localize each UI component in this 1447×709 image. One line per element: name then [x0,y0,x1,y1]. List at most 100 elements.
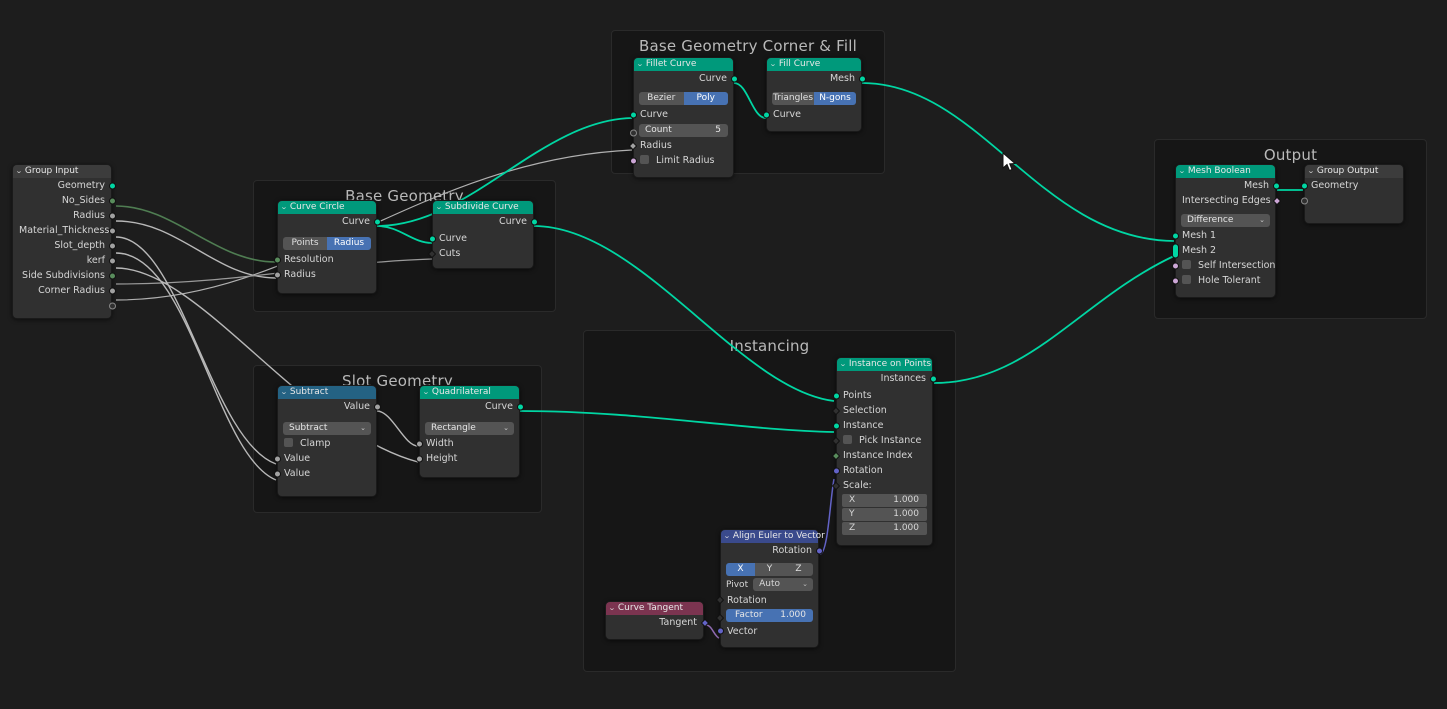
socket-row-quad-height[interactable]: Height [415,451,519,466]
socket-quad-curve-out[interactable] [516,403,524,410]
node-subtract[interactable]: ⌄ Subtract Value Subtract ⌄ Clamp Value [273,385,381,497]
socket-align-vector-in[interactable] [716,627,724,635]
socket-row-boolean-mesh-out[interactable]: Mesh [1176,178,1280,193]
toggle-ngons[interactable]: N-gons [814,92,856,105]
node-header-instance-on-points[interactable]: ⌄ Instance on Points [837,358,932,371]
toggle-axis-y[interactable]: Y [755,563,784,576]
socket-row-fillet-radius[interactable]: Radius [628,138,733,153]
socket-align-rotation-out[interactable] [815,547,823,554]
socket-row-instance[interactable]: Instance [832,418,932,433]
socket-boolean-mesh-out[interactable] [1272,182,1280,189]
chevron-down-icon[interactable]: ⌄ [839,358,847,371]
self-intersection-checkbox[interactable] [1182,260,1191,269]
socket-row-subtract-value-1[interactable]: Value [273,451,376,466]
socket-row-virtual[interactable] [13,298,116,313]
node-curve-tangent[interactable]: ⌄ Curve Tangent Tangent [605,601,709,640]
socket-row-fill-mesh-out[interactable]: Mesh [767,71,866,86]
scale-z-field[interactable]: Z 1.000 [842,522,927,535]
socket-virtual-out[interactable] [108,302,116,309]
node-header-subtract[interactable]: ⌄ Subtract [278,386,376,399]
socket-row-pick-instance[interactable]: Pick Instance [831,433,932,448]
socket-fill-curve-in[interactable] [762,111,770,118]
chevron-down-icon[interactable]: ⌄ [280,386,288,399]
socket-row-align-rotation-in[interactable]: Rotation [715,593,818,608]
socket-slot-depth-out[interactable] [108,242,116,249]
toggle-axis-z[interactable]: Z [784,563,813,576]
socket-row-radius[interactable]: Radius [13,208,116,223]
socket-subdivide-curve-in[interactable] [428,235,436,242]
mode-toggle-fillet-curve[interactable]: Bezier Poly [639,92,728,105]
socket-no-sides-out[interactable] [108,197,116,204]
toggle-points[interactable]: Points [283,237,327,250]
socket-instance-in[interactable] [832,422,840,429]
socket-row-resolution[interactable]: Resolution [273,252,376,267]
socket-fill-mesh-out[interactable] [858,75,866,82]
node-header-curve-tangent[interactable]: ⌄ Curve Tangent [606,602,703,615]
node-header-subdivide-curve[interactable]: ⌄ Subdivide Curve [433,201,533,214]
socket-corner-radius-out[interactable] [108,287,116,294]
chevron-down-icon[interactable]: ⌄ [1307,165,1315,178]
socket-row-iop-rotation[interactable]: Rotation [832,463,932,478]
socket-self-intersection-in[interactable] [1171,262,1179,269]
socket-output-virtual-in[interactable] [1300,197,1308,204]
socket-row-self-intersection[interactable]: Self Intersection [1171,258,1275,273]
node-header-fillet-curve[interactable]: ⌄ Fillet Curve [634,58,733,71]
socket-output-geometry-in[interactable] [1300,182,1308,189]
toggle-poly[interactable]: Poly [683,92,728,105]
socket-row-instances-out[interactable]: Instances [837,371,937,386]
node-header-quadrilateral[interactable]: ⌄ Quadrilateral [420,386,519,399]
chevron-down-icon[interactable]: ⌄ [608,602,616,615]
chevron-down-icon[interactable]: ⌄ [280,201,288,214]
scale-y-field[interactable]: Y 1.000 [842,508,927,521]
socket-row-tangent-out[interactable]: Tangent [606,615,709,630]
socket-instances-out[interactable] [929,375,937,382]
scale-x-field[interactable]: X 1.000 [842,494,927,507]
node-header-fill-curve[interactable]: ⌄ Fill Curve [767,58,861,71]
socket-row-hole-tolerant[interactable]: Hole Tolerant [1171,273,1275,288]
chevron-down-icon[interactable]: ⌄ [15,165,23,178]
node-quadrilateral[interactable]: ⌄ Quadrilateral Curve Rectangle ⌄ Width … [415,385,524,478]
chevron-down-icon[interactable]: ⌄ [769,58,777,71]
limit-radius-checkbox[interactable] [640,155,649,164]
node-header-group-input[interactable]: ⌄ Group Input [13,165,111,178]
chevron-down-icon[interactable]: ⌄ [636,58,644,71]
node-header-mesh-boolean[interactable]: ⌄ Mesh Boolean [1176,165,1275,178]
node-editor-canvas[interactable]: Base Geometry Base Geometry Corner & Fil… [0,0,1447,709]
socket-row-subdivide-curve-out[interactable]: Curve [433,214,538,229]
socket-mesh-2-in[interactable] [1171,243,1179,258]
socket-row-material-thickness[interactable]: Material_Thickness [13,223,116,238]
socket-row-quad-curve-out[interactable]: Curve [420,399,524,414]
socket-row-intersecting-edges[interactable]: Intersecting Edges [1176,193,1281,208]
socket-row-mesh-1[interactable]: Mesh 1 [1171,228,1275,243]
socket-row-subdivide-curve-in[interactable]: Curve [428,231,533,246]
socket-row-corner-radius[interactable]: Corner Radius [13,283,116,298]
socket-row-fill-curve-in[interactable]: Curve [762,107,861,122]
socket-fillet-curve-in[interactable] [629,111,637,118]
socket-row-curve-out[interactable]: Curve [278,214,381,229]
socket-row-no-sides[interactable]: No_Sides [13,193,116,208]
toggle-radius[interactable]: Radius [327,237,371,250]
socket-row-limit-radius[interactable]: Limit Radius [629,153,733,168]
socket-radius-in[interactable] [273,271,281,278]
hole-tolerant-checkbox[interactable] [1182,275,1191,284]
socket-resolution-in[interactable] [273,256,281,263]
chevron-down-icon[interactable]: ⌄ [435,201,443,214]
node-fillet-curve[interactable]: ⌄ Fillet Curve Curve Bezier Poly Curve C… [628,57,738,178]
node-header-align-euler[interactable]: ⌄ Align Euler to Vector [721,530,825,543]
axis-toggle-align-euler[interactable]: X Y Z [726,563,813,576]
socket-row-quad-width[interactable]: Width [415,436,519,451]
socket-row-align-vector-in[interactable]: Vector [716,624,818,639]
socket-subtract-value-out[interactable] [373,403,381,410]
socket-row-geometry[interactable]: Geometry [13,178,116,193]
socket-subtract-value-2-in[interactable] [273,470,281,477]
socket-count-in[interactable] [629,129,637,136]
socket-iop-rotation-in[interactable] [832,467,840,474]
pivot-row[interactable]: Pivot Auto ⌄ [726,578,813,591]
socket-side-subdivisions-out[interactable] [108,272,116,279]
factor-field[interactable]: Factor 1.000 [726,609,813,622]
toggle-bezier[interactable]: Bezier [639,92,684,105]
mode-toggle-fill-curve[interactable]: Triangles N-gons [772,92,856,105]
count-field[interactable]: Count 5 [639,123,728,137]
socket-row-output-geometry[interactable]: Geometry [1300,178,1403,193]
quad-shape-dropdown[interactable]: Rectangle ⌄ [425,421,514,435]
